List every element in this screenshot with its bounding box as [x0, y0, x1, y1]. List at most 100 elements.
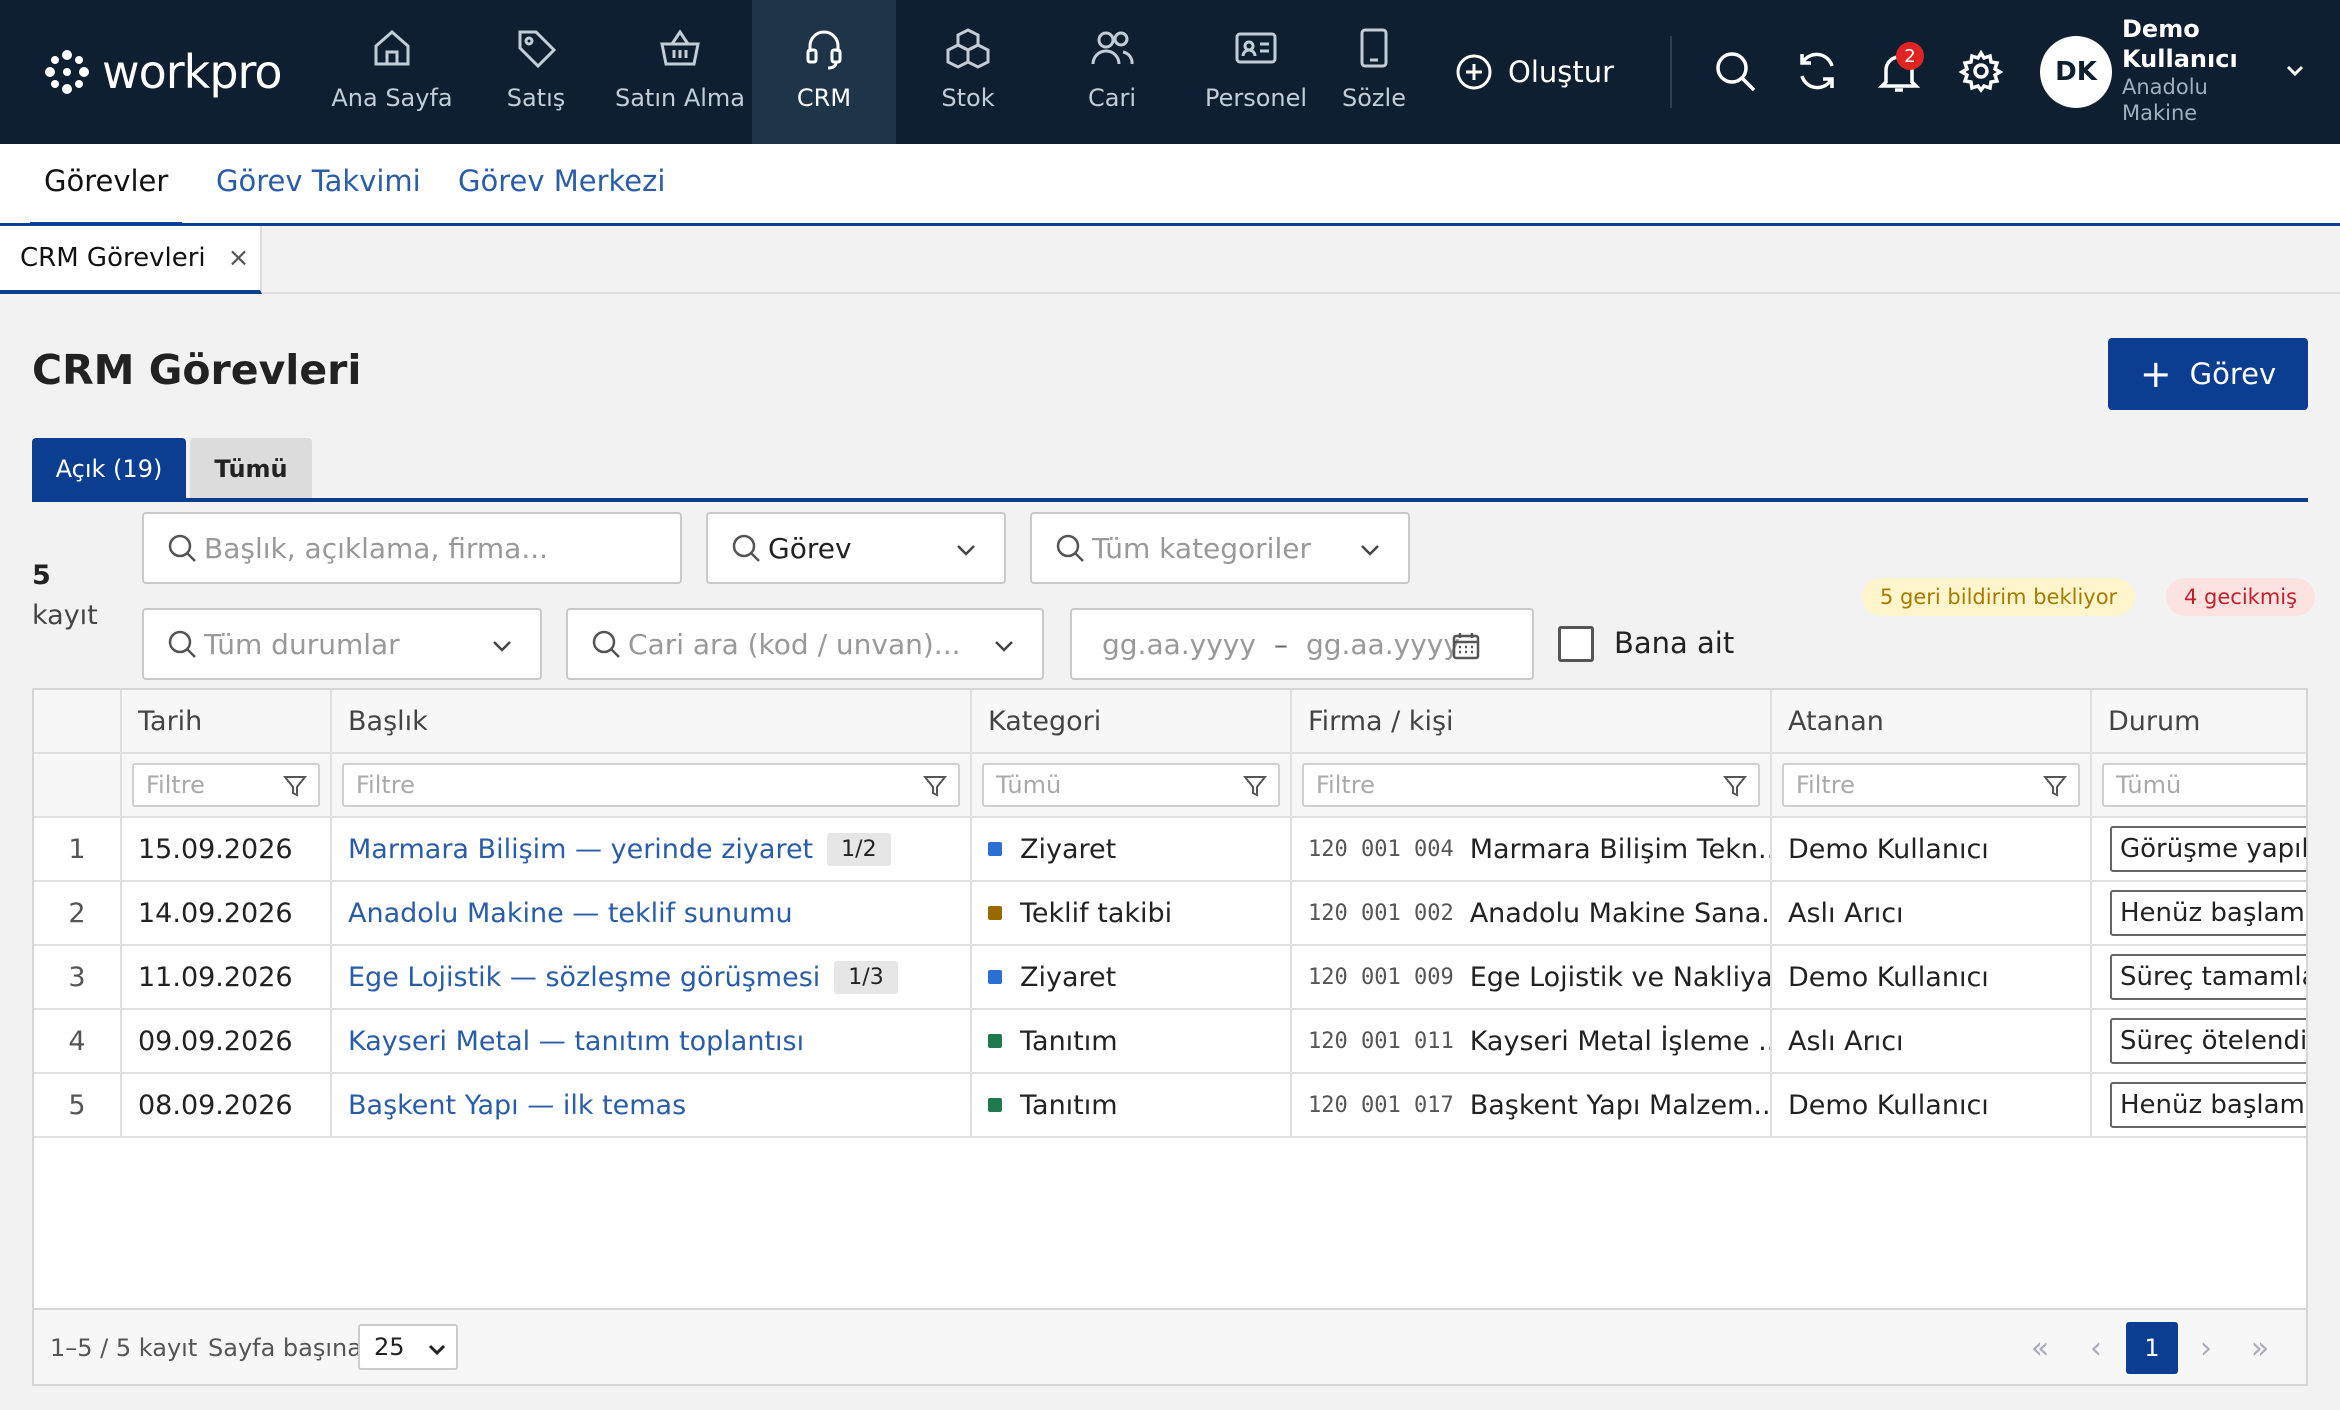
nav-stok[interactable]: Stok: [896, 0, 1040, 144]
task-title-link[interactable]: Kayseri Metal — tanıtım toplantısı: [348, 1026, 804, 1057]
task-title-link[interactable]: Marmara Bilişim — yerinde ziyaret: [348, 834, 813, 865]
task-title-link[interactable]: Anadolu Makine — teklif sunumu: [348, 898, 793, 929]
filter-kategori[interactable]: Tümü: [982, 763, 1280, 807]
status-select[interactable]: Henüz başlama: [2110, 890, 2306, 936]
firm-code: 120 001 004: [1308, 836, 1454, 862]
filter-placeholder: Filtre: [1796, 771, 1855, 799]
next-page-button[interactable]: ›: [2186, 1328, 2226, 1368]
task-title-link[interactable]: Başkent Yapı — ilk temas: [348, 1090, 686, 1121]
cell-title: Anadolu Makine — teklif sunumu: [332, 882, 972, 944]
calendar-icon[interactable]: [1450, 630, 1482, 662]
filter-icon: [2042, 776, 2068, 797]
status-select[interactable]: Süreç ötelendi: [2110, 1018, 2306, 1064]
feedback-badge[interactable]: 5 geri bildirim bekliyor: [1862, 578, 2136, 616]
search-icon: [1716, 52, 1756, 92]
category-placeholder: Tüm kategoriler: [1092, 531, 1311, 565]
tab-all[interactable]: Tümü: [190, 438, 312, 500]
cell-firm: 120 001 009 Ege Lojistik ve Nakliyat: [1292, 946, 1772, 1008]
column-header-firma[interactable]: Firma / kişi: [1292, 690, 1772, 752]
first-page-button[interactable]: «: [2020, 1328, 2060, 1368]
document-tabs: CRM Görevleri ×: [0, 226, 2340, 294]
per-page-value: 25: [374, 1333, 405, 1361]
cell-assignee: Demo Kullanıcı: [1772, 818, 2092, 880]
status-select[interactable]: Henüz başlama: [2110, 1082, 2306, 1128]
column-header-kategori[interactable]: Kategori: [972, 690, 1292, 752]
search-placeholder: Başlık, açıklama, firma...: [204, 531, 549, 565]
column-header-baslik[interactable]: Başlık: [332, 690, 972, 752]
firm-name: Anadolu Makine Sana...: [1469, 897, 1772, 929]
nav-sozlesme[interactable]: Sözle: [1338, 0, 1410, 144]
filter-icon: [282, 776, 308, 797]
refresh-button[interactable]: [1794, 48, 1840, 94]
overdue-badge[interactable]: 4 gecikmiş: [2166, 578, 2316, 616]
category-select[interactable]: Tüm kategoriler: [1030, 512, 1410, 584]
chevron-down-icon[interactable]: [2280, 56, 2310, 86]
filter-durum[interactable]: Tümü: [2102, 763, 2306, 807]
page-title: CRM Görevleri: [32, 346, 362, 394]
subtask-chip: 1/2: [827, 832, 891, 866]
nav-ana-sayfa[interactable]: Ana Sayfa: [320, 0, 464, 144]
new-task-button[interactable]: + Görev: [2108, 338, 2308, 410]
record-count-label: kayıt: [32, 600, 98, 631]
tab-gorevler[interactable]: Görevler: [30, 164, 183, 226]
search-icon: [1056, 534, 1084, 562]
cell-date: 08.09.2026: [122, 1074, 332, 1136]
logo[interactable]: workpro: [42, 40, 283, 104]
tab-gorev-merkezi[interactable]: Görev Merkezi: [444, 164, 679, 226]
date-to[interactable]: gg.aa.yyyy: [1306, 628, 1460, 661]
nav-satis[interactable]: Satış: [464, 0, 608, 144]
per-page-select[interactable]: 25: [358, 1324, 458, 1370]
date-from[interactable]: gg.aa.yyyy: [1102, 628, 1256, 661]
page-1-button[interactable]: 1: [2126, 1322, 2178, 1374]
search-button[interactable]: [1712, 48, 1758, 94]
filter-atanan[interactable]: Filtre: [1782, 763, 2080, 807]
table-row[interactable]: 2 14.09.2026 Anadolu Makine — teklif sun…: [34, 882, 2306, 946]
status-select[interactable]: Tüm durumlar: [142, 608, 542, 680]
task-grid: Tarih Başlık Kategori Firma / kişi Atana…: [32, 688, 2308, 1386]
type-select[interactable]: Görev: [706, 512, 1006, 584]
nav-satin-alma[interactable]: Satın Alma: [608, 0, 752, 144]
mine-label[interactable]: Bana ait: [1614, 626, 1734, 660]
table-row[interactable]: 1 15.09.2026 Marmara Bilişim — yerinde z…: [34, 818, 2306, 882]
filter-cell: Tümü: [2092, 754, 2306, 816]
column-header-durum[interactable]: Durum: [2092, 690, 2306, 752]
tab-gorev-takvimi[interactable]: Görev Takvimi: [202, 164, 435, 226]
filter-baslik[interactable]: Filtre: [342, 763, 960, 807]
mine-checkbox[interactable]: [1558, 626, 1594, 662]
status-select[interactable]: Süreç tamamlan: [2110, 954, 2306, 1000]
create-button[interactable]: Oluştur: [1454, 48, 1614, 96]
cari-select[interactable]: Cari ara (kod / unvan)...: [566, 608, 1044, 680]
filter-firma[interactable]: Filtre: [1302, 763, 1760, 807]
column-header-atanan[interactable]: Atanan: [1772, 690, 2092, 752]
cell-title: Marmara Bilişim — yerinde ziyaret 1/2: [332, 818, 972, 880]
tablet-icon: [1360, 28, 1388, 68]
prev-page-button[interactable]: ‹: [2076, 1328, 2116, 1368]
tab-open[interactable]: Açık (19): [32, 438, 186, 500]
nav-personel[interactable]: Personel: [1184, 0, 1328, 144]
filter-tarih[interactable]: Filtre: [132, 763, 320, 807]
task-title-link[interactable]: Ege Lojistik — sözleşme görüşmesi: [348, 962, 820, 993]
table-row[interactable]: 3 11.09.2026 Ege Lojistik — sözleşme gör…: [34, 946, 2306, 1010]
close-icon[interactable]: ×: [228, 243, 250, 273]
page-range: 1–5 / 5 kayıt: [50, 1334, 198, 1362]
status-select[interactable]: Görüşme yapıld: [2110, 826, 2306, 872]
table-row[interactable]: 4 09.09.2026 Kayseri Metal — tanıtım top…: [34, 1010, 2306, 1074]
settings-button[interactable]: [1958, 48, 2004, 94]
nav-cari[interactable]: Cari: [1040, 0, 1184, 144]
chevron-down-icon: [428, 1344, 446, 1356]
nav-label: CRM: [796, 84, 852, 112]
search-input[interactable]: Başlık, açıklama, firma...: [142, 512, 682, 584]
column-header-tarih[interactable]: Tarih: [122, 690, 332, 752]
row-number: 3: [34, 946, 122, 1008]
doc-tab-crm-gorevleri[interactable]: CRM Görevleri ×: [0, 226, 262, 294]
firm-name: Ege Lojistik ve Nakliyat: [1469, 961, 1772, 993]
table-row[interactable]: 5 08.09.2026 Başkent Yapı — ilk temas Ta…: [34, 1074, 2306, 1138]
user-name[interactable]: Demo Kullanıcı: [2122, 14, 2262, 74]
divider: [1670, 36, 1672, 108]
date-range-input[interactable]: gg.aa.yyyy – gg.aa.yyyy: [1070, 608, 1534, 680]
category-color-dot: [988, 842, 1002, 856]
last-page-button[interactable]: »: [2240, 1328, 2280, 1368]
plus-icon: +: [2139, 352, 2172, 396]
nav-crm[interactable]: CRM: [752, 0, 896, 144]
avatar[interactable]: DK: [2040, 36, 2112, 108]
